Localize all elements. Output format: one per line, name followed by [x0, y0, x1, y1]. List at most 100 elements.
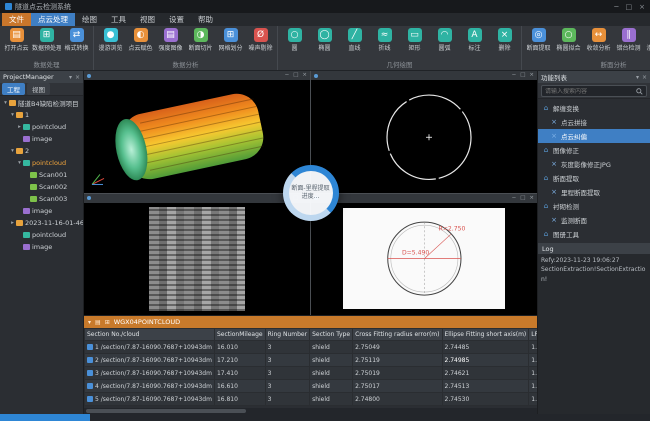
table-cell[interactable]: shield [310, 341, 353, 354]
function-item-点云拼接[interactable]: ×点云拼接 [538, 115, 650, 129]
table-column-header[interactable]: Ellipse Fitting short axis(m) [442, 329, 529, 341]
tree-item-pointcloud[interactable]: ▸pointcloud [0, 121, 83, 133]
viewport-minimize-icon[interactable]: − [285, 71, 290, 80]
ribbon-button-折线[interactable]: ≈折线 [370, 27, 399, 52]
ribbon-button-矩形[interactable]: ▭矩形 [400, 27, 429, 52]
project-tab-工程[interactable]: 工程 [2, 83, 25, 95]
menu-tab-点云处理[interactable]: 点云处理 [31, 13, 75, 26]
ribbon-button-打开点云[interactable]: ▤打开点云 [2, 27, 31, 52]
panel-collapse-icon[interactable]: ▾ [69, 74, 72, 81]
table-row[interactable]: 1 /section/7.87-16090.7687+10943dm16.010… [85, 341, 538, 354]
table-cell[interactable]: 2.74530 [442, 393, 529, 406]
tree-item-2023-11-16-01-46[interactable]: ▸2023-11-16-01-46 [0, 217, 83, 229]
ribbon-button-圆[interactable]: ○圆 [280, 27, 309, 52]
ribbon-button-标注[interactable]: A标注 [460, 27, 489, 52]
table-cell[interactable]: 3 [265, 380, 309, 393]
tree-item-Scan001[interactable]: Scan001 [0, 169, 83, 181]
viewport-minimize-icon[interactable]: − [512, 194, 517, 203]
tree-expand-icon[interactable]: ▾ [9, 148, 16, 154]
function-item-图像修正[interactable]: ⌂图像修正 [538, 143, 650, 157]
table-row[interactable]: 5 /section/7.87-16090.7687+10943dm16.810… [85, 393, 538, 406]
viewport-maximize-icon[interactable]: □ [293, 71, 298, 80]
ribbon-button-渗漏检测[interactable]: ◆渗漏检测 [644, 27, 650, 52]
tree-item-2[interactable]: ▾2 [0, 145, 83, 157]
viewport-minimize-icon[interactable]: − [512, 71, 517, 80]
pointcloud-canvas[interactable] [84, 80, 310, 193]
panel-collapse-icon[interactable]: ▾ [636, 74, 639, 81]
ribbon-button-数据预处理[interactable]: ⊞数据预处理 [32, 27, 61, 52]
table-cell[interactable]: 16.010 [214, 341, 265, 354]
ribbon-button-噪声剔除[interactable]: Ø噪声剔除 [246, 27, 275, 52]
search-icon[interactable] [636, 88, 643, 95]
table-toolbar-icon-2[interactable]: ⊞ [105, 319, 110, 326]
menu-tab-设置[interactable]: 设置 [162, 13, 191, 26]
function-item-灰度影像修正JPG[interactable]: ×灰度影像修正JPG [538, 157, 650, 171]
ribbon-button-网格划分[interactable]: ⊞网格划分 [216, 27, 245, 52]
table-cell[interactable]: 5 /section/7.87-16090.7687+10943dm [85, 393, 215, 406]
ribbon-button-漫游浏览[interactable]: ●漫游浏览 [96, 27, 125, 52]
ribbon-button-椭圆拟合[interactable]: ○椭圆拟合 [554, 27, 583, 52]
table-cell[interactable]: 1 /section/7.87-16090.7687+10943dm [85, 341, 215, 354]
fit-diagram-canvas[interactable]: R=2.750 D=5.490 [311, 203, 537, 316]
menu-tab-文件[interactable]: 文件 [2, 13, 31, 26]
viewport-maximize-icon[interactable]: □ [520, 194, 525, 203]
table-cell[interactable]: 17.210 [214, 354, 265, 367]
function-item-监测断面[interactable]: ×监测断面 [538, 213, 650, 227]
panel-close-icon[interactable]: × [75, 74, 80, 81]
tree-item-pointcloud[interactable]: pointcloud [0, 229, 83, 241]
maximize-button[interactable]: □ [626, 3, 633, 11]
tree-expand-icon[interactable]: ▾ [16, 160, 23, 166]
table-cell[interactable]: 2.75049 [353, 341, 442, 354]
table-cell[interactable]: 2.74513 [442, 380, 529, 393]
ribbon-button-格式转换[interactable]: ⇄格式转换 [62, 27, 91, 52]
tree-item-隧道B4缺陷检测项目[interactable]: ▾隧道B4缺陷检测项目 [0, 97, 83, 109]
table-cell[interactable]: 16.610 [214, 380, 265, 393]
menu-tab-帮助[interactable]: 帮助 [191, 13, 220, 26]
table-cell[interactable]: shield [310, 354, 353, 367]
menu-tab-工具[interactable]: 工具 [104, 13, 133, 26]
ribbon-button-错台检测[interactable]: ∥错台检测 [614, 27, 643, 52]
table-cell[interactable]: 2.75119 [353, 354, 442, 367]
ribbon-button-收敛分析[interactable]: ↔收敛分析 [584, 27, 613, 52]
table-cell[interactable]: 2.75017 [353, 380, 442, 393]
table-toolbar-icon-1[interactable]: ▤ [95, 319, 101, 326]
ribbon-button-椭圆[interactable]: ◯椭圆 [310, 27, 339, 52]
function-item-衬砌检测[interactable]: ⌂衬砌检测 [538, 199, 650, 213]
ribbon-button-直线[interactable]: ╱直线 [340, 27, 369, 52]
table-cell[interactable]: 16.810 [214, 393, 265, 406]
tree-expand-icon[interactable]: ▾ [9, 112, 16, 118]
table-column-header[interactable]: Cross Fitting radius error(m) [353, 329, 442, 341]
table-cell[interactable]: 1.98075 [529, 341, 537, 354]
table-hscrollbar[interactable] [84, 408, 537, 414]
table-cell[interactable]: 17.410 [214, 367, 265, 380]
viewport-close-icon[interactable]: × [529, 194, 534, 203]
table-row[interactable]: 2 /section/7.87-16090.7687+10943dm17.210… [85, 354, 538, 367]
tree-item-pointcloud[interactable]: ▾pointcloud [0, 157, 83, 169]
table-cell[interactable]: 3 [265, 354, 309, 367]
tree-item-Scan002[interactable]: Scan002 [0, 181, 83, 193]
table-cell[interactable]: 2.74621 [442, 367, 529, 380]
table-cell[interactable]: 1.98225 [529, 367, 537, 380]
table-column-header[interactable]: Ring Number [265, 329, 309, 341]
tree-item-Scan003[interactable]: Scan003 [0, 193, 83, 205]
table-cell[interactable]: 1.98055 [529, 393, 537, 406]
table-cell[interactable]: 3 /section/7.87-16090.7687+10943dm [85, 367, 215, 380]
table-column-header[interactable]: LR study(%) [529, 329, 537, 341]
table-cell[interactable]: 2.74800 [353, 393, 442, 406]
table-cell[interactable]: 3 [265, 341, 309, 354]
function-item-断面提取[interactable]: ⌂断面提取 [538, 171, 650, 185]
viewport-close-icon[interactable]: × [529, 71, 534, 80]
close-button[interactable]: × [639, 3, 645, 11]
table-column-header[interactable]: Section Type [310, 329, 353, 341]
menu-tab-绘图[interactable]: 绘图 [75, 13, 104, 26]
tree-item-1[interactable]: ▾1 [0, 109, 83, 121]
ribbon-button-强度图像[interactable]: ▤强度图像 [156, 27, 185, 52]
tree-expand-icon[interactable]: ▸ [9, 220, 16, 226]
tree-item-image[interactable]: image [0, 205, 83, 217]
table-cell[interactable]: 4 /section/7.87-16090.7687+10943dm [85, 380, 215, 393]
table-column-header[interactable]: Section No./cloud [85, 329, 215, 341]
tree-item-image[interactable]: image [0, 133, 83, 145]
ribbon-button-圆弧[interactable]: ◠圆弧 [430, 27, 459, 52]
section-outline-canvas[interactable] [311, 80, 537, 193]
ribbon-button-断面切片[interactable]: ◑断面切片 [186, 27, 215, 52]
